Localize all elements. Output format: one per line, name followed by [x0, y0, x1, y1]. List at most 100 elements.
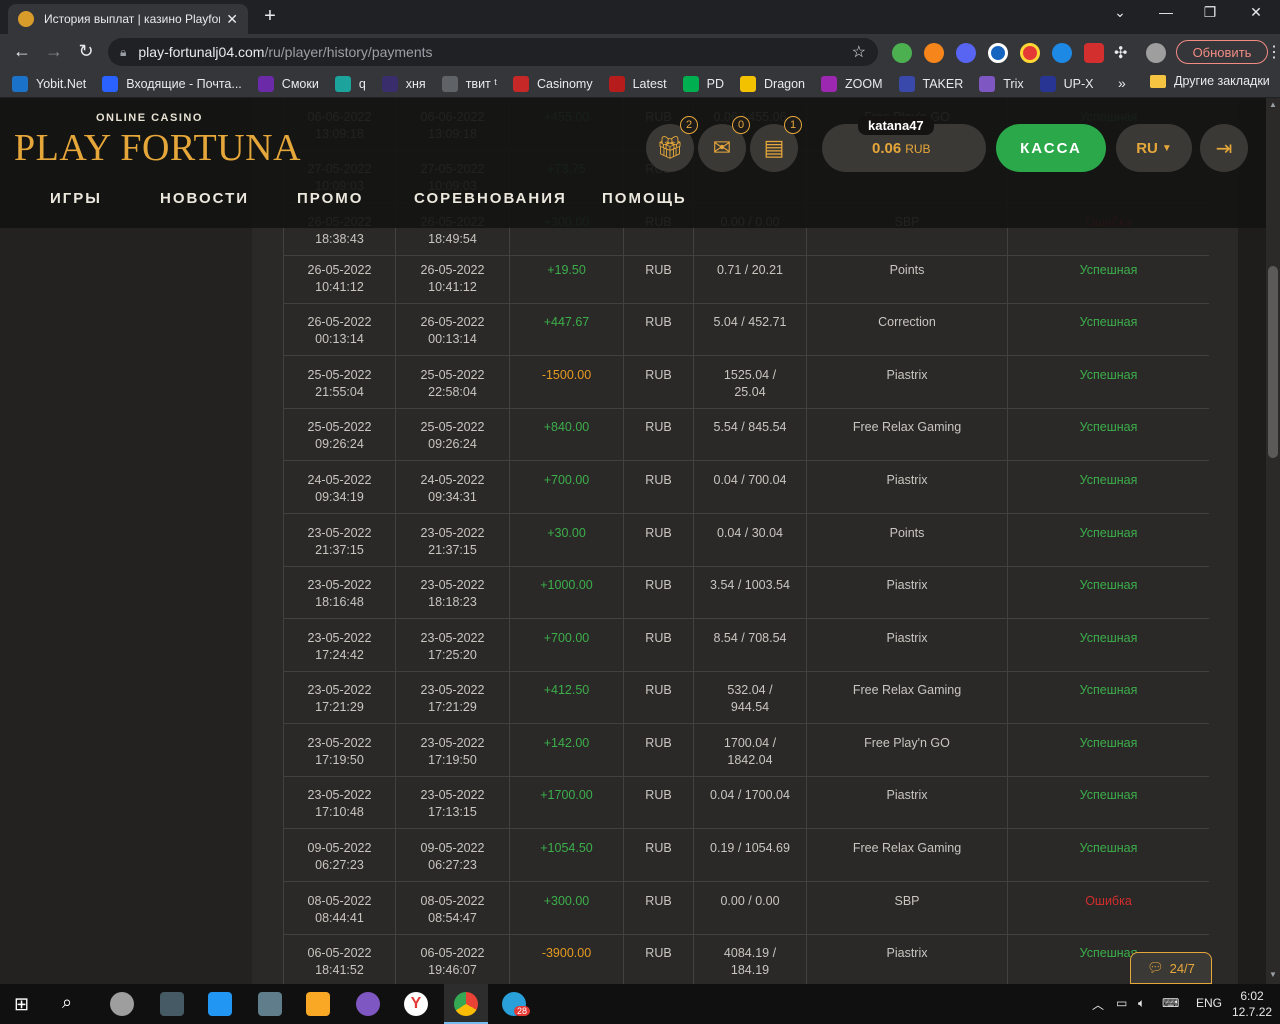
tab-close-icon[interactable]: ✕ [226, 11, 238, 28]
bookmark-label: твит ᵗ [465, 76, 497, 91]
app-icon[interactable] [110, 992, 134, 1016]
address-bar[interactable]: 🔒︎ play-fortunalj04.com/ru/player/histor… [108, 38, 878, 66]
bookmark-item[interactable]: ZOOM [821, 75, 883, 92]
volume-icon[interactable]: 🔈︎ [1138, 996, 1145, 1011]
support-chat-button[interactable]: 💬︎ 24/7 [1130, 952, 1212, 984]
scrollbar-thumb[interactable] [1268, 266, 1278, 458]
update-button[interactable]: Обновить [1176, 40, 1268, 64]
language-selector[interactable]: RU ▼ [1116, 124, 1192, 172]
bookmarks-overflow-button[interactable]: » [1118, 75, 1126, 91]
clock-date: 12.7.22 [1232, 1005, 1273, 1019]
bookmark-label: UP-X [1063, 76, 1094, 91]
scroll-up-arrow-icon[interactable]: ▲ [1266, 100, 1280, 109]
table-row: 06-05-2022 18:41:52 06-05-2022 19:46:07 -390… [283, 934, 1209, 984]
bookmark-item[interactable]: хня [381, 75, 426, 92]
file-explorer-icon[interactable] [306, 992, 330, 1016]
bookmark-item[interactable]: PD [682, 75, 724, 92]
nav-help[interactable]: ПОМОЩЬ [602, 190, 687, 207]
nav-news[interactable]: НОВОСТИ [160, 190, 249, 207]
processed-time: 22:58:04 [428, 385, 477, 399]
keyboard-icon[interactable]: ⌨ [1162, 996, 1179, 1010]
minimize-button[interactable]: — [1146, 4, 1186, 20]
tray-chevron-icon[interactable]: ︿ [1092, 996, 1104, 1013]
bookmark-item[interactable]: TAKER [898, 75, 963, 92]
payment-method: Free Relax Gaming [852, 683, 962, 697]
network-icon[interactable]: ▭ [1116, 996, 1127, 1010]
input-language[interactable]: ENG [1196, 996, 1222, 1010]
amount: +700.00 [543, 473, 590, 487]
table-cell: Points [807, 514, 1008, 566]
close-window-button[interactable]: ✕ [1236, 4, 1276, 21]
nav-promo[interactable]: ПРОМО [297, 190, 363, 207]
payment-method: Piastrix [886, 946, 928, 960]
table-row: 23-05-2022 17:21:29 23-05-2022 17:21:29 +412… [283, 671, 1209, 724]
table-row: 09-05-2022 06:27:23 09-05-2022 06:27:23 +105… [283, 829, 1209, 882]
menu-dots-icon[interactable]: ⋮ [1266, 42, 1280, 62]
extension-icon[interactable] [1020, 43, 1040, 63]
extension-icon[interactable] [988, 43, 1008, 63]
amount: +1000.00 [540, 578, 593, 592]
restore-button[interactable]: ❐ [1190, 4, 1230, 21]
profile-avatar[interactable] [1146, 43, 1166, 63]
url-host: play-fortunalj04.com [138, 44, 265, 60]
reload-icon[interactable]: ↻ [74, 41, 98, 62]
extensions-puzzle-icon[interactable]: ✣ [1114, 43, 1127, 63]
browser-tab[interactable]: История выплат | казино Playfortuna ✕ [8, 4, 248, 34]
table-row: 26-05-2022 10:41:12 26-05-2022 10:41:12 +19.… [283, 251, 1209, 304]
bookmark-item[interactable]: Входящие - Почта... [102, 75, 242, 92]
amount: +19.50 [547, 263, 586, 277]
bookmark-item[interactable]: Latest [608, 75, 667, 92]
bookmark-label: Смоки [281, 76, 319, 91]
lock-icon[interactable]: 🔒︎ [120, 45, 126, 60]
player-icon[interactable] [356, 992, 380, 1016]
mail-icon: ✉ [712, 135, 732, 160]
table-cell: RUB [624, 829, 694, 881]
site-logo[interactable]: PLAY FORTUNA [14, 126, 301, 170]
bookmark-item[interactable]: UP-X [1039, 75, 1094, 92]
extension-icon[interactable] [956, 43, 976, 63]
yandex-browser-icon[interactable]: Y [404, 992, 428, 1016]
bookmark-item[interactable]: Casinomy [513, 75, 593, 92]
windows-start-icon[interactable]: ⊞ [14, 994, 29, 1015]
created-time: 06:27:23 [315, 858, 364, 872]
nav-competitions[interactable]: СОРЕВНОВАНИЯ [414, 190, 567, 207]
other-bookmarks-folder[interactable]: Другие закладки [1150, 74, 1270, 88]
nav-games[interactable]: ИГРЫ [50, 190, 102, 207]
table-row: 24-05-2022 09:34:19 24-05-2022 09:34:31 +700… [283, 461, 1209, 514]
new-tab-button[interactable]: + [258, 5, 282, 28]
bookmark-item[interactable]: q [334, 75, 366, 92]
payment-method: Points [889, 526, 925, 540]
metamask-extension-icon[interactable] [924, 43, 944, 63]
forward-arrow-icon[interactable]: → [42, 41, 66, 62]
back-arrow-icon[interactable]: ← [10, 41, 34, 62]
bookmark-favicon-icon [381, 75, 398, 92]
extension-icon[interactable] [1084, 43, 1104, 63]
bookmark-item[interactable]: Смоки [257, 75, 319, 92]
remote-desktop-icon[interactable] [208, 992, 232, 1016]
amount: +300.00 [543, 894, 590, 908]
video-editor-icon[interactable] [160, 992, 184, 1016]
balance-widget[interactable]: katana47 0.06 RUB [822, 116, 986, 172]
table-cell: 26-05-2022 00:13:14 [283, 303, 396, 355]
table-cell: RUB [624, 776, 694, 828]
table-cell: 0.71 / 20.21 [694, 251, 807, 303]
bookmark-star-icon[interactable]: ☆ [852, 42, 866, 62]
bookmark-item[interactable]: Yobit.Net [12, 75, 86, 92]
chat-bubble-icon: 💬︎ [1147, 960, 1164, 975]
page-scrollbar[interactable] [1266, 98, 1280, 984]
table-cell: 23-05-2022 17:25:20 [396, 619, 510, 671]
cashier-button[interactable]: КАССА [996, 124, 1106, 172]
logout-button[interactable]: ⇥ [1200, 124, 1248, 172]
search-icon[interactable]: ⌕ [62, 992, 72, 1013]
system-clock[interactable]: 6:02 12.7.22 [1232, 988, 1272, 1020]
calculator-icon[interactable] [258, 992, 282, 1016]
chrome-taskbar-button[interactable] [444, 984, 488, 1024]
bookmark-item[interactable]: твит ᵗ [441, 75, 497, 92]
bookmark-item[interactable]: Dragon [740, 75, 805, 92]
tab-search-chevron-icon[interactable]: ⌄ [1100, 4, 1140, 21]
scroll-down-arrow-icon[interactable]: ▼ [1266, 970, 1280, 979]
vpn-extension-icon[interactable] [1052, 43, 1072, 63]
table-cell: +412.50 [510, 671, 624, 723]
bookmark-item[interactable]: Trix [979, 75, 1024, 92]
extension-icon[interactable] [892, 43, 912, 63]
